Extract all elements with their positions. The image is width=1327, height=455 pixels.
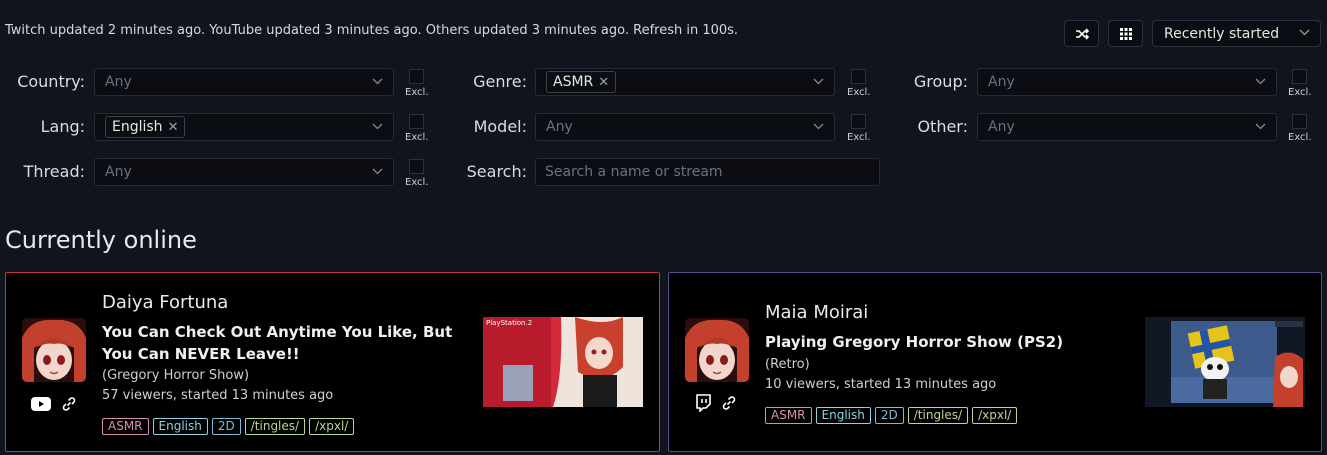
- tag-xpxl[interactable]: /xpxl/: [972, 407, 1018, 424]
- group-excl-checkbox[interactable]: [1292, 69, 1307, 84]
- lang-label: Lang:: [40, 117, 85, 136]
- shuffle-button[interactable]: [1064, 20, 1099, 47]
- model-excl-checkbox[interactable]: [851, 114, 866, 129]
- chevron-down-icon: [1255, 123, 1266, 130]
- other-select[interactable]: Any: [977, 113, 1277, 141]
- link-icon[interactable]: [721, 395, 737, 411]
- tag-xpxl[interactable]: /xpxl/: [309, 418, 355, 435]
- close-icon[interactable]: ✕: [168, 120, 179, 135]
- other-excl-checkbox[interactable]: [1292, 114, 1307, 129]
- section-title: Currently online: [5, 226, 197, 254]
- thumbnail-ps2-text: PlayStation.2: [486, 319, 532, 327]
- close-icon[interactable]: ✕: [598, 75, 609, 90]
- sort-value: Recently started: [1164, 25, 1280, 42]
- stream-title[interactable]: You Can Check Out Anytime You Like, But …: [102, 321, 467, 365]
- stream-card[interactable]: Maia Moirai Playing Gregory Horror Show …: [668, 272, 1322, 452]
- chevron-down-icon: [372, 78, 383, 85]
- sort-select[interactable]: Recently started: [1152, 20, 1321, 47]
- country-select[interactable]: Any: [94, 68, 394, 96]
- excl-label: Excl.: [847, 132, 871, 143]
- chevron-down-icon: [372, 168, 383, 175]
- grid-icon: [1119, 27, 1132, 40]
- shuffle-icon: [1075, 27, 1089, 40]
- tag-asmr[interactable]: ASMR: [765, 407, 812, 424]
- chevron-down-icon: [1299, 29, 1310, 36]
- genre-excl[interactable]: Excl.: [847, 69, 877, 98]
- other-label: Other:: [917, 117, 968, 136]
- thread-select[interactable]: Any: [94, 158, 394, 186]
- stream-category: (Gregory Horror Show): [102, 368, 250, 383]
- genre-chip[interactable]: ASMR ✕: [546, 71, 617, 93]
- lang-chip-label: English: [112, 119, 163, 135]
- country-label: Country:: [17, 72, 85, 91]
- grid-view-button[interactable]: [1108, 20, 1143, 47]
- lang-select[interactable]: English ✕: [94, 113, 394, 141]
- tag-2d[interactable]: 2D: [874, 407, 904, 424]
- model-label: Model:: [473, 117, 527, 136]
- lang-excl-checkbox[interactable]: [409, 114, 424, 129]
- refresh-status: Twitch updated 2 minutes ago. YouTube up…: [5, 23, 739, 38]
- model-excl[interactable]: Excl.: [847, 114, 877, 143]
- chevron-down-icon: [813, 123, 824, 130]
- excl-label: Excl.: [847, 87, 871, 98]
- stream-thumbnail[interactable]: [1145, 317, 1305, 407]
- tag-tingles[interactable]: /tingles/: [244, 418, 306, 435]
- country-excl[interactable]: Excl.: [405, 69, 435, 98]
- tag-english[interactable]: English: [152, 418, 208, 435]
- group-placeholder: Any: [988, 74, 1015, 90]
- tag-english[interactable]: English: [815, 407, 871, 424]
- excl-label: Excl.: [405, 87, 429, 98]
- platform-links: [31, 396, 77, 412]
- platform-links: [695, 394, 737, 412]
- avatar[interactable]: [685, 318, 749, 382]
- genre-select[interactable]: ASMR ✕: [535, 68, 835, 96]
- country-excl-checkbox[interactable]: [409, 69, 424, 84]
- stream-title[interactable]: Playing Gregory Horror Show (PS2): [765, 331, 1125, 353]
- tag-asmr[interactable]: ASMR: [102, 418, 149, 435]
- streamer-name[interactable]: Daiya Fortuna: [102, 292, 228, 313]
- link-icon[interactable]: [61, 396, 77, 412]
- group-excl[interactable]: Excl.: [1288, 69, 1318, 98]
- excl-label: Excl.: [405, 132, 429, 143]
- thread-excl[interactable]: Excl.: [405, 159, 435, 188]
- thread-label: Thread:: [23, 162, 85, 181]
- excl-label: Excl.: [1288, 87, 1312, 98]
- search-label: Search:: [466, 162, 527, 181]
- thread-placeholder: Any: [105, 164, 132, 180]
- thread-excl-checkbox[interactable]: [409, 159, 424, 174]
- genre-label: Genre:: [473, 72, 527, 91]
- viewer-count: 10 viewers, started 13 minutes ago: [765, 377, 997, 392]
- group-select[interactable]: Any: [977, 68, 1277, 96]
- excl-label: Excl.: [1288, 132, 1312, 143]
- tag-tingles[interactable]: /tingles/: [907, 407, 969, 424]
- genre-chip-label: ASMR: [553, 74, 594, 90]
- avatar[interactable]: [22, 318, 86, 382]
- tag-list: ASMR English 2D /tingles/ /xpxl/: [102, 418, 355, 435]
- group-label: Group:: [913, 72, 968, 91]
- chevron-down-icon: [372, 123, 383, 130]
- stream-thumbnail[interactable]: PlayStation.2: [483, 317, 643, 407]
- stream-category: (Retro): [765, 357, 810, 372]
- other-placeholder: Any: [988, 119, 1015, 135]
- tag-list: ASMR English 2D /tingles/ /xpxl/: [765, 407, 1018, 424]
- viewer-count: 57 viewers, started 13 minutes ago: [102, 388, 334, 403]
- other-excl[interactable]: Excl.: [1288, 114, 1318, 143]
- stream-card[interactable]: Daiya Fortuna You Can Check Out Anytime …: [5, 272, 660, 452]
- excl-label: Excl.: [405, 177, 429, 188]
- tag-2d[interactable]: 2D: [211, 418, 241, 435]
- chevron-down-icon: [1255, 78, 1266, 85]
- streamer-name[interactable]: Maia Moirai: [765, 302, 868, 323]
- model-select[interactable]: Any: [535, 113, 835, 141]
- twitch-icon[interactable]: [695, 394, 711, 412]
- country-placeholder: Any: [105, 74, 132, 90]
- chevron-down-icon: [813, 78, 824, 85]
- lang-chip[interactable]: English ✕: [105, 116, 186, 138]
- model-placeholder: Any: [546, 119, 573, 135]
- youtube-icon[interactable]: [31, 397, 51, 411]
- search-input[interactable]: [535, 158, 880, 186]
- lang-excl[interactable]: Excl.: [405, 114, 435, 143]
- genre-excl-checkbox[interactable]: [851, 69, 866, 84]
